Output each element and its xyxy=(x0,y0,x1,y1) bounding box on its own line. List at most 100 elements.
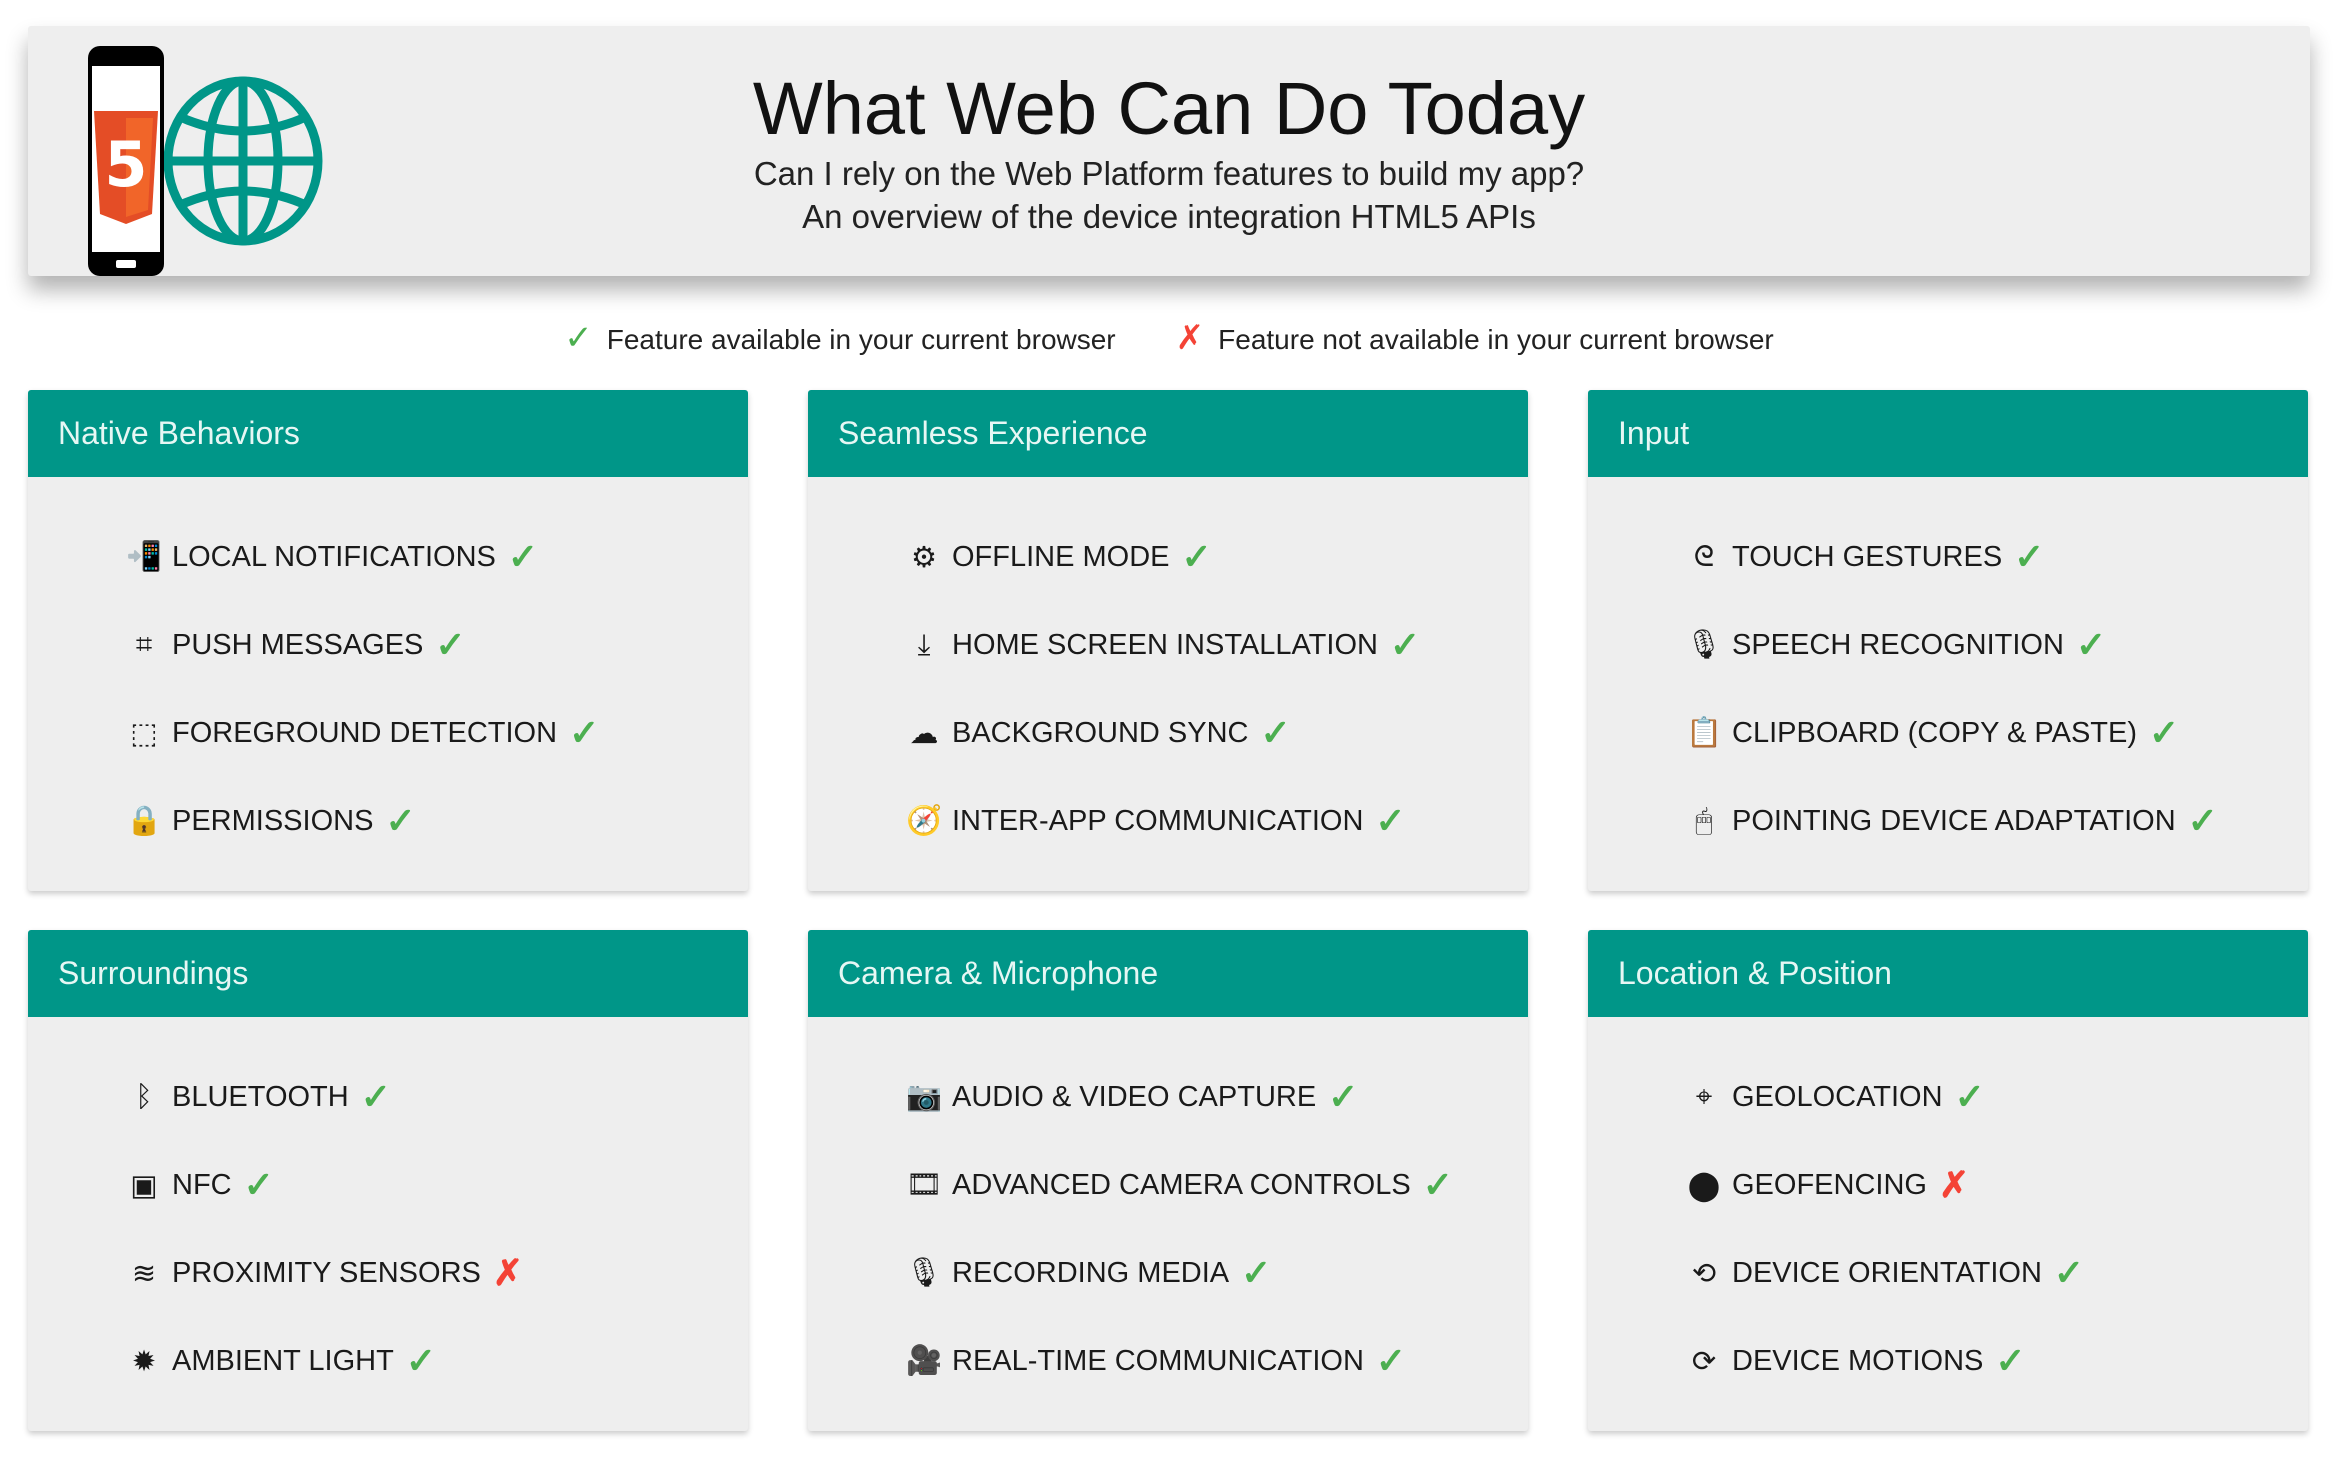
clipboard-icon: 📋 xyxy=(1685,717,1723,749)
feature-label: Bluetooth xyxy=(172,1080,349,1113)
brightness-icon: ✹ xyxy=(131,1345,157,1378)
microphone-icon: 🎙 xyxy=(905,1257,943,1289)
feature-item[interactable]: ⤓ Home Screen Installation ✓ xyxy=(902,601,1528,689)
mouse-icon: 🖱 xyxy=(1695,804,1713,837)
feature-label: Geofencing xyxy=(1732,1168,1927,1201)
check-icon: ✓ xyxy=(1328,1076,1359,1117)
legend-available-label: Feature available in your current browse… xyxy=(606,324,1116,355)
feature-label: Local Notifications xyxy=(172,540,496,573)
geofence-icon: ⬤ xyxy=(1687,1169,1721,1202)
feature-item[interactable]: 🎙 Recording Media ✓ xyxy=(902,1229,1528,1317)
select-window-icon: ⬚ xyxy=(130,717,158,750)
screen-rotation-icon: ⟲ xyxy=(1691,1257,1717,1290)
feature-label: Geolocation xyxy=(1732,1080,1943,1113)
feature-label: Clipboard (Copy & Paste) xyxy=(1732,716,2138,749)
check-icon: ✓ xyxy=(385,800,416,841)
feature-item[interactable]: ✹ Ambient Light ✓ xyxy=(122,1317,748,1405)
legend-unavailable-label: Feature not available in your current br… xyxy=(1218,324,1774,355)
lock-icon: 🔒 xyxy=(125,805,163,837)
feature-item[interactable]: ☁ Background Sync ✓ xyxy=(902,689,1528,777)
feature-label: Device Orientation xyxy=(1732,1256,2042,1289)
check-icon: ✓ xyxy=(1389,624,1421,665)
page-title: What Web Can Do Today xyxy=(752,67,1586,150)
feature-label: Pointing Device Adaptation xyxy=(1732,804,2176,837)
check-icon: ✓ xyxy=(360,1076,391,1117)
proximity-icon: ≋ xyxy=(131,1257,157,1290)
category-title: Seamless Experience xyxy=(808,390,1528,477)
feature-label: Speech Recognition xyxy=(1732,628,2064,661)
feature-item[interactable]: ⟳ Device Motions ✓ xyxy=(1682,1317,2308,1405)
check-icon: ✓ xyxy=(2053,1252,2085,1293)
check-icon: ✓ xyxy=(1241,1252,1272,1293)
feature-item[interactable]: ⬚ Foreground Detection ✓ xyxy=(122,689,748,777)
feature-label: Home Screen Installation xyxy=(952,628,1378,661)
feature-item[interactable]: ≋ Proximity Sensors ✗ xyxy=(122,1229,748,1317)
category-card: Native Behaviors 📲 Local Notifications ✓ ⌗ Pu… xyxy=(28,390,748,891)
feature-label: Permissions xyxy=(172,804,374,837)
feature-label: Device Motions xyxy=(1732,1344,1984,1377)
download-icon: ⤓ xyxy=(917,628,931,661)
gesture-icon: ᘓ xyxy=(1693,540,1715,573)
crosshair-icon: ⌖ xyxy=(1695,1080,1713,1113)
cross-icon: ✗ xyxy=(492,1252,524,1293)
feature-item[interactable]: ▣ NFC ✓ xyxy=(122,1141,748,1229)
camera-roll-icon: 🎞 xyxy=(905,1169,943,1201)
page-header: 5 What Web Can Do Today Can I rely on th… xyxy=(28,26,2310,276)
category-title: Input xyxy=(1588,390,2308,477)
cross-icon: ✗ xyxy=(1175,319,1205,357)
cast-icon: ⌗ xyxy=(135,628,153,661)
feature-item[interactable]: 📲 Local Notifications ✓ xyxy=(122,513,748,601)
feature-label: Touch Gestures xyxy=(1732,540,2003,573)
legend-unavailable: ✗ Feature not available in your current b… xyxy=(1176,318,1774,358)
check-icon: ✓ xyxy=(1260,712,1291,753)
feature-item[interactable]: 🔒 Permissions ✓ xyxy=(122,777,748,865)
category-title: Camera & Microphone xyxy=(808,930,1528,1017)
feature-item[interactable]: 🖱 Pointing Device Adaptation ✓ xyxy=(1682,777,2308,865)
feature-item[interactable]: ⟲ Device Orientation ✓ xyxy=(1682,1229,2308,1317)
cloud-upload-icon: ☁ xyxy=(909,717,939,750)
check-icon: ✓ xyxy=(405,1340,437,1381)
check-icon: ✓ xyxy=(1375,800,1406,841)
feature-item[interactable]: 🎞 Advanced Camera Controls ✓ xyxy=(902,1141,1528,1229)
feature-label: NFC xyxy=(172,1168,232,1201)
feature-label: Push Messages xyxy=(172,628,424,661)
feature-item[interactable]: ⌗ Push Messages ✓ xyxy=(122,601,748,689)
category-card: Location & Position ⌖ Geolocation ✓ ⬤ Geofenc… xyxy=(1588,930,2308,1431)
3d-rotation-icon: ⟳ xyxy=(1691,1345,1717,1378)
compass-icon: 🧭 xyxy=(905,805,943,837)
category-title: Native Behaviors xyxy=(28,390,748,477)
check-icon: ✓ xyxy=(2149,712,2180,753)
feature-label: Advanced Camera Controls xyxy=(952,1168,1411,1201)
feature-label: Inter-App Communication xyxy=(952,804,1364,837)
phone-download-icon: 📲 xyxy=(125,541,163,573)
category-card: Seamless Experience ⚙ Offline Mode ✓ ⤓ Home S… xyxy=(808,390,1528,891)
check-icon: ✓ xyxy=(564,319,593,357)
feature-item[interactable]: ⚙ Offline Mode ✓ xyxy=(902,513,1528,601)
check-icon: ✓ xyxy=(569,712,600,753)
check-icon: ✓ xyxy=(2075,624,2107,665)
check-icon: ✓ xyxy=(507,536,539,577)
feature-label: Real-Time Communication xyxy=(952,1344,1364,1377)
check-icon: ✓ xyxy=(1954,1076,1985,1117)
gear-box-icon: ⚙ xyxy=(911,541,937,574)
feature-item[interactable]: ᘓ Touch Gestures ✓ xyxy=(1682,513,2308,601)
feature-label: Background Sync xyxy=(952,716,1249,749)
check-icon: ✓ xyxy=(243,1164,274,1205)
feature-item[interactable]: ⬤ Geofencing ✗ xyxy=(1682,1141,2308,1229)
feature-item[interactable]: 📷 Audio & Video Capture ✓ xyxy=(902,1053,1528,1141)
subtitle-line-2: An overview of the device integration HT… xyxy=(802,198,1536,235)
feature-label: Foreground Detection xyxy=(172,716,558,749)
feature-item[interactable]: ᛒ Bluetooth ✓ xyxy=(122,1053,748,1141)
feature-item[interactable]: 📋 Clipboard (Copy & Paste) ✓ xyxy=(1682,689,2308,777)
legend-available: ✓ Feature available in your current brows… xyxy=(564,318,1115,358)
camera-icon: 📷 xyxy=(905,1081,943,1113)
check-icon: ✓ xyxy=(1181,536,1212,577)
category-card: Surroundings ᛒ Bluetooth ✓ ▣ NFC ✓ ≋ Proximity S… xyxy=(28,930,748,1431)
check-icon: ✓ xyxy=(1422,1164,1453,1205)
feature-item[interactable]: 🎙 Speech Recognition ✓ xyxy=(1682,601,2308,689)
feature-label: Audio & Video Capture xyxy=(952,1080,1317,1113)
feature-item[interactable]: ⌖ Geolocation ✓ xyxy=(1682,1053,2308,1141)
feature-item[interactable]: 🧭 Inter-App Communication ✓ xyxy=(902,777,1528,865)
feature-item[interactable]: 🎥 Real-Time Communication ✓ xyxy=(902,1317,1528,1405)
subtitle-line-1: Can I rely on the Web Platform features … xyxy=(753,155,1585,192)
